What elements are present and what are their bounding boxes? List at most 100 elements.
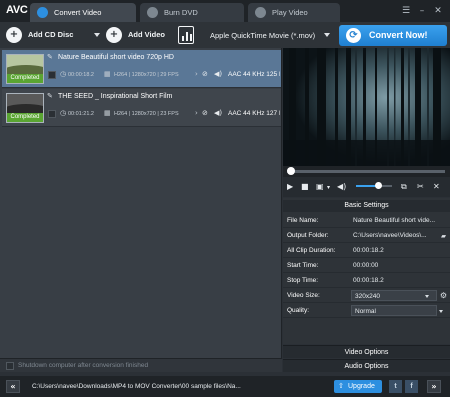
video-options-header[interactable]: Video Options: [283, 345, 450, 358]
add-video-label: Add Video: [128, 30, 165, 39]
upgrade-button[interactable]: ⇧ Upgrade: [334, 380, 382, 393]
file-video-info: H264 | 1280x720 | 29 FPS: [114, 72, 179, 78]
file-list: Completed ✎ Nature Beautiful short video…: [0, 48, 282, 358]
snapshot-icon[interactable]: ▣: [316, 182, 324, 191]
setting-start-time: Start Time: 00:00:00: [283, 259, 450, 273]
convert-now-label: Convert Now!: [369, 30, 428, 40]
file-checkbox[interactable]: [48, 71, 56, 79]
close-icon[interactable]: ✕: [432, 5, 444, 17]
setting-video-size: Video Size: 320x240 ⚙: [283, 289, 450, 303]
file-row[interactable]: Completed ✎ THE SEED _ Inspirational Sho…: [2, 89, 281, 127]
quality-select[interactable]: Normal: [351, 305, 437, 316]
chevron-right-icon: ›: [195, 70, 198, 78]
setting-label: All Clip Duration:: [287, 247, 336, 254]
tab-play-video[interactable]: Play Video: [248, 3, 340, 22]
upgrade-label: Upgrade: [348, 383, 375, 390]
bar-chart-icon[interactable]: [178, 26, 194, 44]
output-folder-value[interactable]: C:\Users\navee\Videos\...: [353, 232, 435, 239]
setting-label: File Name:: [287, 217, 319, 224]
shutdown-checkbox[interactable]: [6, 362, 14, 370]
expand-right-button[interactable]: »: [427, 380, 441, 393]
trim-icon[interactable]: ✂: [417, 182, 424, 191]
subtitle-icon[interactable]: ⊘: [202, 70, 208, 78]
output-format-value: Apple QuickTime Movie (*.mov): [210, 31, 316, 40]
completed-badge: Completed: [7, 74, 43, 83]
setting-label: Output Folder:: [287, 232, 329, 239]
status-bar: « C:\Users\navee\Downloads\MP4 to MOV Co…: [0, 376, 450, 397]
stop-time-value[interactable]: 00:00:18.2: [353, 277, 435, 284]
twitter-icon[interactable]: t: [389, 380, 402, 393]
add-video-icon: +: [106, 27, 122, 43]
speaker-icon: ◀): [214, 109, 223, 117]
seek-bar[interactable]: [283, 166, 450, 177]
file-audio-info[interactable]: AAC 44 KHz 125 K: [228, 71, 280, 78]
edit-icon[interactable]: ✎: [47, 53, 53, 61]
convert-icon: ⟳: [346, 28, 361, 43]
clock-icon: ◷: [60, 109, 67, 117]
clock-icon: ◷: [60, 70, 67, 78]
audio-options-header[interactable]: Audio Options: [283, 359, 450, 372]
video-thumbnail: Completed: [6, 93, 44, 123]
add-cd-label: Add CD Disc: [28, 30, 74, 39]
start-time-value[interactable]: 00:00:00: [353, 262, 435, 269]
tab-burn-dvd[interactable]: Burn DVD: [140, 3, 244, 22]
chevron-down-icon[interactable]: [425, 295, 429, 298]
stop-icon[interactable]: ■: [301, 182, 309, 191]
speaker-icon: ◀): [214, 70, 223, 78]
volume-slider[interactable]: [356, 182, 392, 189]
chevron-down-icon[interactable]: [439, 310, 443, 313]
copy-icon[interactable]: ⧉: [401, 182, 407, 192]
all-clip-duration-value: 00:00:18.2: [353, 247, 384, 254]
seek-track[interactable]: [287, 170, 445, 173]
file-duration: 00:00:18.2: [68, 72, 94, 78]
completed-badge: Completed: [7, 113, 43, 122]
play-icon: [255, 7, 266, 18]
disc-icon: [147, 7, 158, 18]
subtitle-icon[interactable]: ⊘: [202, 109, 208, 117]
menu-icon[interactable]: ☰: [400, 5, 412, 17]
file-title: Nature Beautiful short video 720p HD: [58, 54, 174, 61]
setting-quality: Quality: Normal: [283, 304, 450, 318]
film-icon: ▦: [104, 109, 111, 117]
app-logo: AVC: [6, 4, 28, 16]
tab-label: Convert Video: [54, 8, 102, 17]
volume-icon[interactable]: ◀): [337, 182, 346, 191]
video-thumbnail: Completed: [6, 54, 44, 84]
file-row[interactable]: Completed ✎ Nature Beautiful short video…: [2, 50, 281, 88]
output-path-text: C:\Users\navee\Downloads\MP4 to MOV Conv…: [32, 383, 241, 390]
tab-convert-video[interactable]: Convert Video: [30, 3, 136, 22]
collapse-left-button[interactable]: «: [6, 380, 20, 393]
setting-output-folder: Output Folder: C:\Users\navee\Videos\...…: [283, 229, 450, 243]
setting-label: Quality:: [287, 307, 310, 314]
edit-icon[interactable]: ✎: [47, 92, 53, 100]
setting-label: Video Size:: [287, 292, 320, 299]
minimize-icon[interactable]: –: [416, 5, 428, 17]
chevron-right-icon: ›: [195, 109, 198, 117]
effects-icon[interactable]: ✕: [433, 182, 440, 191]
add-cd-disc-button[interactable]: + Add CD Disc: [6, 26, 102, 44]
file-checkbox[interactable]: [48, 110, 56, 118]
shutdown-option: Shutdown computer after conversion finis…: [0, 358, 282, 372]
setting-stop-time: Stop Time: 00:00:18.2: [283, 274, 450, 288]
add-video-button[interactable]: + Add Video: [106, 26, 194, 44]
setting-label: Start Time:: [287, 262, 319, 269]
video-preview[interactable]: [283, 48, 450, 166]
folder-icon[interactable]: ▰: [441, 232, 446, 240]
basic-settings-panel: Basic Settings File Name: Nature Beautif…: [283, 198, 450, 344]
chevron-down-icon[interactable]: ▾: [327, 184, 330, 191]
output-format-select[interactable]: Apple QuickTime Movie (*.mov): [200, 26, 334, 44]
gear-icon[interactable]: ⚙: [440, 291, 447, 300]
play-icon[interactable]: ▶: [287, 182, 293, 191]
convert-now-button[interactable]: ⟳ Convert Now!: [339, 25, 447, 46]
seek-handle[interactable]: [287, 167, 296, 175]
refresh-icon: [37, 7, 48, 18]
tab-label: Play Video: [272, 8, 308, 17]
file-audio-info[interactable]: AAC 44 KHz 127 K: [228, 110, 280, 117]
file-duration: 00:01:21.2: [68, 111, 94, 117]
chevron-down-icon[interactable]: [94, 33, 100, 37]
volume-handle[interactable]: [375, 182, 383, 189]
facebook-icon[interactable]: f: [405, 380, 418, 393]
setting-all-clip-duration: All Clip Duration: 00:00:18.2: [283, 244, 450, 258]
file-name-value[interactable]: Nature Beautiful short vide...: [353, 217, 435, 224]
basic-settings-header[interactable]: Basic Settings: [283, 200, 450, 212]
